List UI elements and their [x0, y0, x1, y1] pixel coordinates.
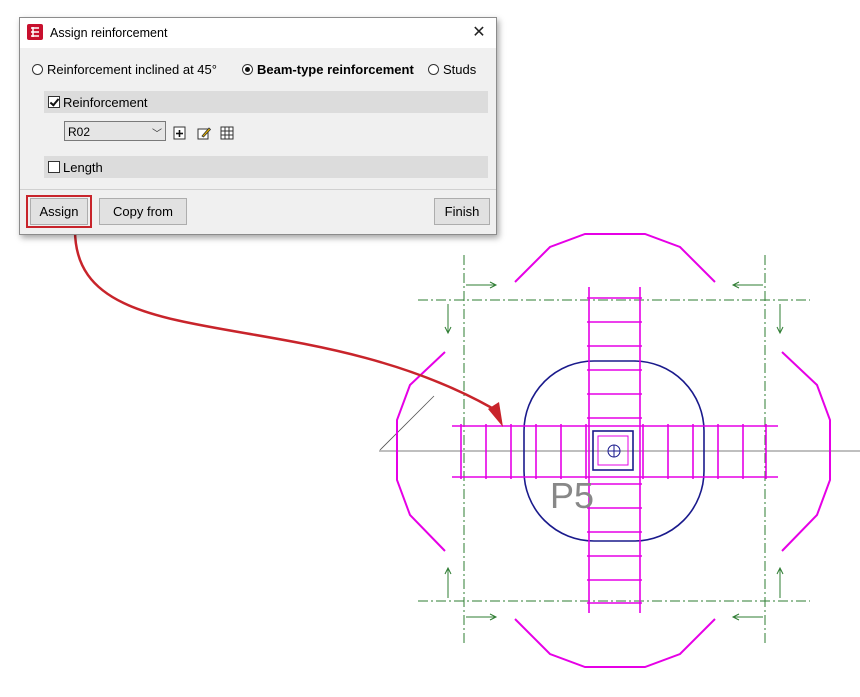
close-icon[interactable]: ✕ — [468, 22, 490, 44]
title-bar: Assign reinforcement ✕ — [20, 18, 496, 48]
radio-beam-type[interactable]: Beam-type reinforcement — [242, 62, 414, 77]
chevron-down-icon: ﹀ — [152, 129, 162, 140]
reinforcement-type-radio-group: Reinforcement inclined at 45° Beam-type … — [32, 62, 492, 80]
radio-label: Reinforcement inclined at 45° — [47, 62, 217, 77]
radio-button-icon — [428, 64, 439, 75]
assign-reinforcement-dialog: Assign reinforcement ✕ Reinforcement inc… — [19, 17, 497, 235]
length-checkbox[interactable] — [48, 161, 60, 173]
radio-button-selected-icon — [242, 64, 253, 75]
reference-lines — [379, 395, 860, 452]
add-icon[interactable] — [173, 126, 187, 140]
assign-button-highlight — [26, 195, 92, 228]
radio-label: Beam-type reinforcement — [257, 62, 414, 77]
edit-pencil-icon[interactable] — [197, 126, 211, 140]
reinforcement-checkbox[interactable] — [48, 96, 60, 108]
app-logo-icon — [27, 24, 43, 40]
column-center-symbol — [592, 430, 634, 471]
radio-label: Studs — [443, 62, 477, 77]
footer-divider — [20, 189, 496, 190]
annotation-arrow — [73, 229, 503, 427]
finish-button[interactable]: Finish — [434, 198, 490, 225]
reinforcement-group-header[interactable]: Reinforcement — [44, 91, 488, 113]
reinforcement-select-value: R02 — [68, 125, 91, 139]
length-checkbox-label: Length — [63, 159, 103, 175]
reinforcement-checkbox-label: Reinforcement — [63, 94, 148, 110]
length-group-header[interactable]: Length — [44, 156, 488, 178]
table-grid-icon[interactable] — [220, 126, 234, 140]
column-label: P5 — [550, 475, 594, 516]
reinforcement-select[interactable]: R02 ﹀ — [64, 121, 166, 141]
copy-from-button[interactable]: Copy from — [99, 198, 187, 225]
radio-studs[interactable]: Studs — [428, 62, 476, 77]
radio-button-icon — [32, 64, 43, 75]
dialog-title: Assign reinforcement — [50, 26, 168, 40]
radio-inclined-45[interactable]: Reinforcement inclined at 45° — [32, 62, 217, 77]
